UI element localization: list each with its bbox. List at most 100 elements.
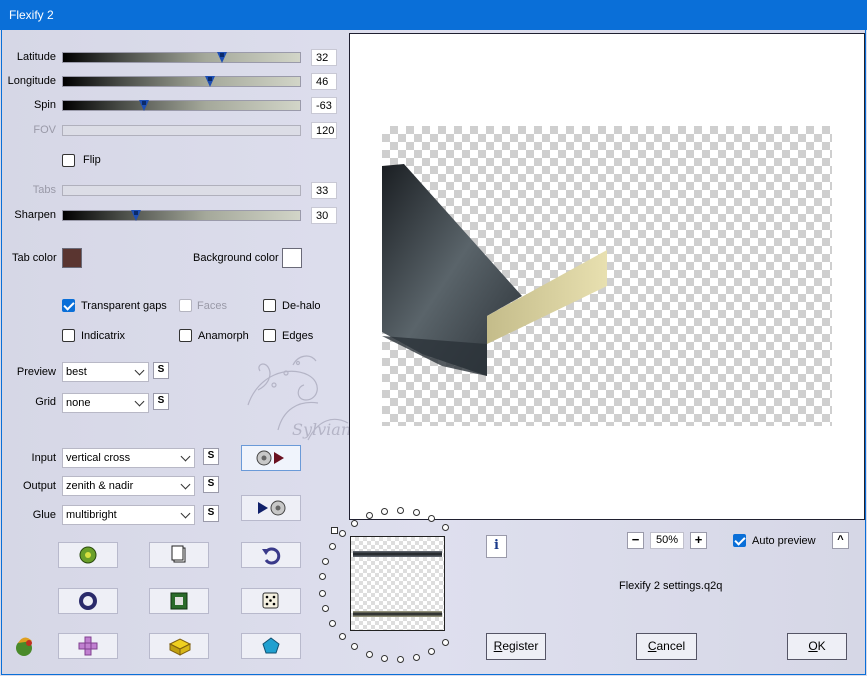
flip-label: Flip (83, 154, 101, 166)
dice-button[interactable] (241, 588, 301, 614)
faces-label: Faces (197, 300, 227, 312)
tab-color-label: Tab color (12, 252, 57, 264)
zoom-out-button[interactable]: − (627, 532, 644, 549)
slider-value-0[interactable]: 32 (311, 49, 337, 66)
preview-to-output-button[interactable] (241, 495, 301, 521)
filter-plant-icon (16, 637, 32, 656)
faces-checkbox[interactable] (179, 299, 192, 312)
output-select[interactable]: zenith & nadir (62, 476, 195, 496)
gem-button[interactable] (241, 633, 301, 659)
window-title: Flexify 2 (9, 8, 54, 22)
slider-track-5[interactable] (62, 210, 301, 221)
grid-select[interactable]: none (62, 393, 149, 413)
plugin-logo (10, 633, 40, 662)
slider-value-3[interactable]: 120 (311, 122, 337, 139)
frame-button[interactable] (149, 588, 209, 614)
preview-s-button[interactable]: S (153, 362, 169, 379)
slider-track-0[interactable] (62, 52, 301, 63)
chevron-down-icon (180, 451, 191, 462)
preview-select[interactable]: best (62, 362, 149, 382)
glue-s-button[interactable]: S (203, 505, 219, 522)
register-mnemonic: R (493, 639, 503, 653)
thumbnail-band-top (353, 551, 442, 557)
slider-label-5: Sharpen (14, 209, 56, 221)
indicatrix-checkbox[interactable] (62, 329, 75, 342)
background-color-swatch[interactable] (282, 248, 302, 268)
preview-canvas[interactable] (349, 33, 865, 520)
navigator-thumbnail[interactable] (350, 536, 445, 631)
preview-select-value: best (66, 366, 87, 378)
ring-dot[interactable] (338, 632, 346, 640)
slider-track-4[interactable] (62, 185, 301, 196)
zoom-level[interactable]: 50% (650, 532, 684, 549)
ring-dot[interactable] (441, 524, 449, 532)
slider-value-1[interactable]: 46 (311, 73, 337, 90)
slider-thumb-1[interactable] (204, 76, 215, 87)
input-select[interactable]: vertical cross (62, 448, 195, 468)
ring-dot[interactable] (365, 511, 373, 519)
slider-value-2[interactable]: -63 (311, 97, 337, 114)
output-s-button[interactable]: S (203, 476, 219, 493)
register-label: egister (502, 639, 539, 653)
brick-button[interactable] (149, 633, 209, 659)
slider-value-5[interactable]: 30 (311, 207, 337, 224)
de-halo-checkbox[interactable] (263, 299, 276, 312)
slider-track-3[interactable] (62, 125, 301, 136)
glue-label: Glue (32, 509, 56, 521)
output-select-value: zenith & nadir (66, 480, 134, 492)
flip-checkbox[interactable] (62, 154, 75, 167)
ring-button[interactable] (58, 588, 118, 614)
edges-checkbox[interactable] (263, 329, 276, 342)
input-to-preview-button[interactable] (241, 445, 301, 471)
edges-label: Edges (282, 330, 314, 342)
randomize-globe-icon (79, 546, 97, 564)
input-label: Input (31, 452, 56, 464)
pentagon-gem-icon (262, 637, 280, 654)
grid-s-button[interactable]: S (153, 393, 169, 410)
grid-select-value: none (66, 397, 91, 409)
ring-dot[interactable] (318, 589, 326, 597)
ok-label: K (817, 639, 826, 653)
anamorph-checkbox[interactable] (179, 329, 192, 342)
undo-button[interactable] (241, 542, 301, 568)
slider-track-2[interactable] (62, 100, 301, 111)
slider-label-3: FOV (33, 124, 56, 136)
slider-thumb-2[interactable] (138, 100, 149, 111)
slider-thumb-0[interactable] (216, 52, 227, 63)
ring-dot[interactable] (351, 519, 359, 527)
zoom-in-button[interactable]: + (690, 532, 707, 549)
pattern-button[interactable] (58, 633, 118, 659)
register-button[interactable]: Register (486, 633, 546, 660)
slider-track-1[interactable] (62, 76, 301, 87)
ring-dot[interactable] (365, 651, 373, 659)
dice-icon (262, 592, 279, 609)
play-to-globe-icon (256, 450, 284, 466)
ring-dot[interactable] (441, 638, 449, 646)
preview-label: Preview (16, 366, 56, 378)
info-button[interactable]: i (486, 535, 507, 558)
transparent-gaps-label: Transparent gaps (81, 300, 167, 312)
ring-dot[interactable] (322, 557, 330, 565)
slider-thumb-5[interactable] (131, 210, 142, 221)
tab-color-swatch[interactable] (62, 248, 82, 268)
ring-dot[interactable] (413, 653, 421, 661)
auto-preview-checkbox[interactable] (733, 534, 746, 547)
ring-dot[interactable] (381, 507, 389, 515)
ok-button[interactable]: OK (787, 633, 847, 660)
collapse-button[interactable]: ^ (832, 532, 849, 549)
input-select-value: vertical cross (66, 452, 131, 464)
background-color-label: Background color (193, 252, 279, 264)
randomize-button[interactable] (58, 542, 118, 568)
ring-dot[interactable] (338, 530, 346, 538)
navigator-handle[interactable] (331, 527, 338, 534)
glue-select[interactable]: multibright (62, 505, 195, 525)
new-button[interactable] (149, 542, 209, 568)
slider-label-2: Spin (33, 99, 56, 111)
globe-to-play-icon (258, 500, 286, 516)
input-s-button[interactable]: S (203, 448, 219, 465)
slider-value-4[interactable]: 33 (311, 182, 337, 199)
cancel-button[interactable]: Cancel (636, 633, 697, 660)
transparent-gaps-checkbox[interactable] (62, 299, 75, 312)
ring-dot[interactable] (397, 506, 405, 514)
slider-label-1: Longitude (7, 75, 56, 87)
